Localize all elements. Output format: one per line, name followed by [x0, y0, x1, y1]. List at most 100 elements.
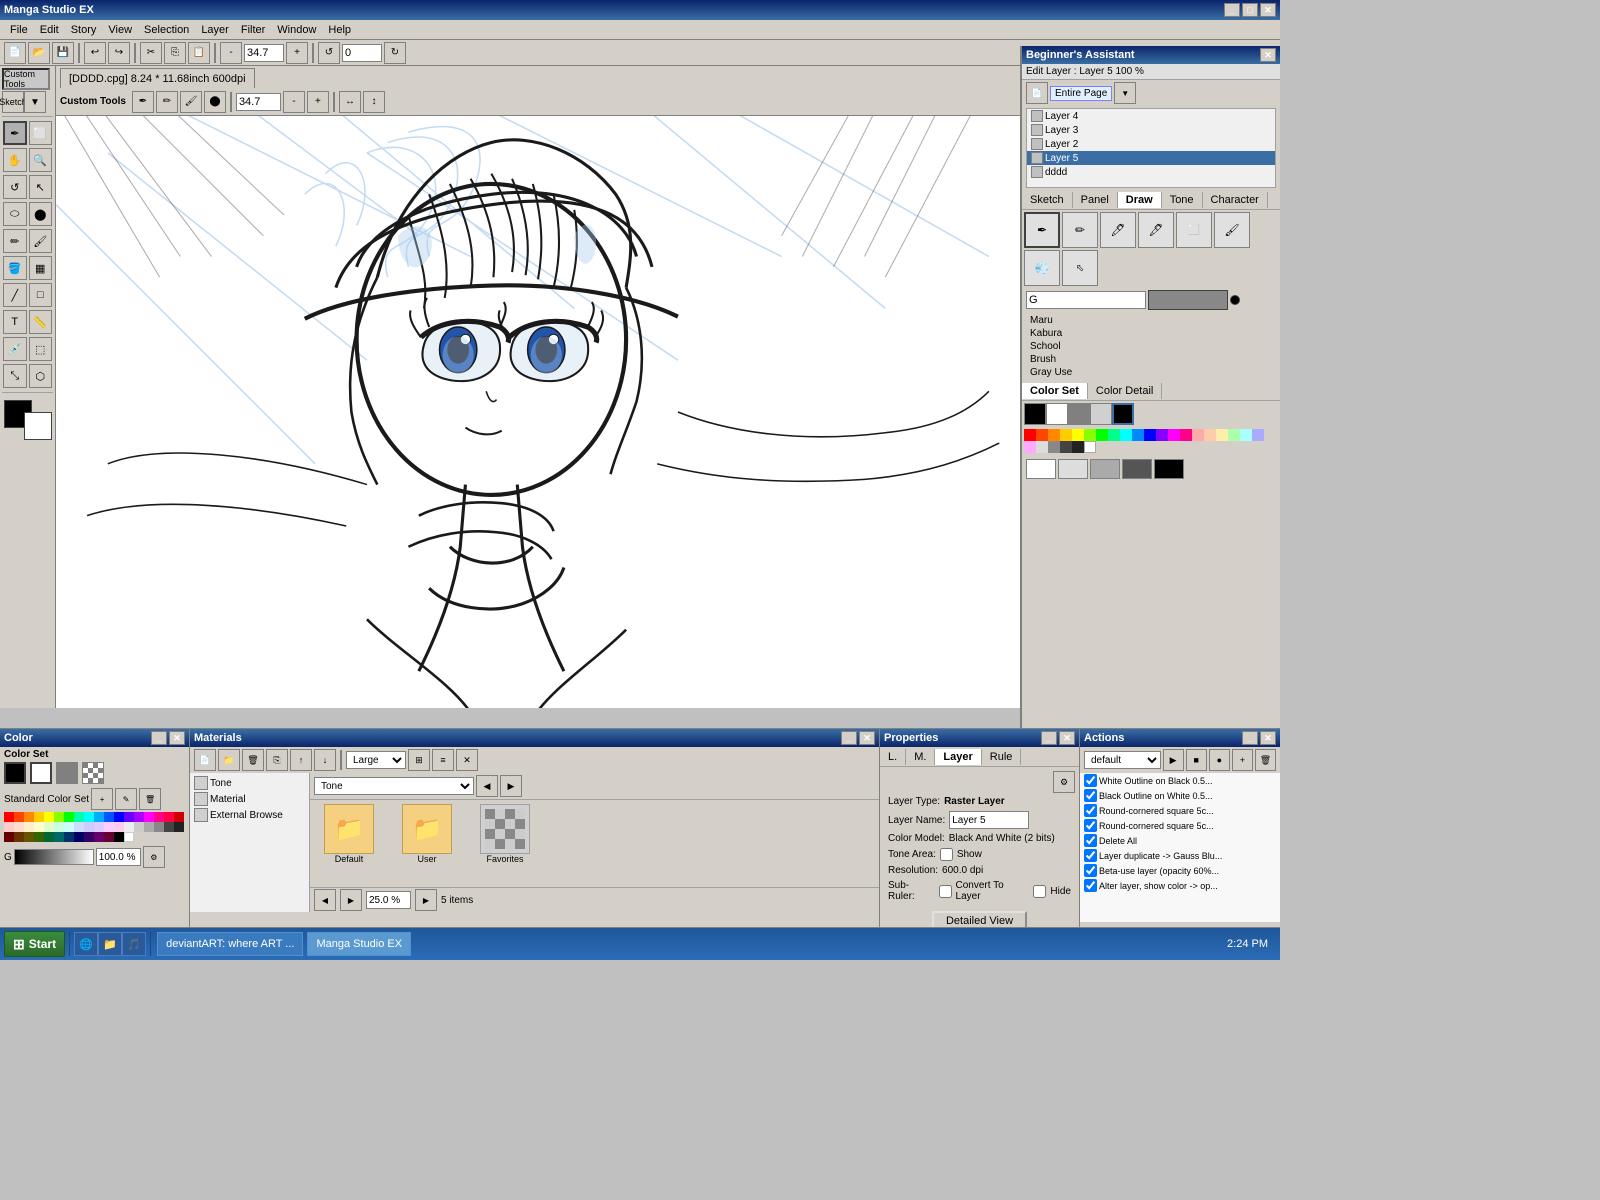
large-swatch-white[interactable]: [1026, 459, 1056, 479]
cg-sw1[interactable]: [4, 812, 14, 822]
tool-zoom[interactable]: 🔍: [29, 148, 53, 172]
mat-status-back[interactable]: ◀: [314, 889, 336, 911]
menu-window[interactable]: Window: [271, 22, 322, 38]
large-swatch-lightgray[interactable]: [1058, 459, 1088, 479]
tool-eyedrop[interactable]: 💉: [3, 337, 27, 361]
entire-page-dropdown[interactable]: ▼: [1114, 82, 1136, 104]
brush-kabura[interactable]: Kabura: [1026, 327, 1276, 340]
sw-lightred[interactable]: [1192, 429, 1204, 441]
cg-sw5[interactable]: [44, 812, 54, 822]
mat-dropdown[interactable]: Tone: [314, 777, 474, 795]
action-check-1[interactable]: [1084, 774, 1097, 787]
brush-airbrush[interactable]: 💨: [1024, 250, 1060, 286]
taskbar-deviantart[interactable]: deviantART: where ART ...: [157, 932, 303, 956]
beginner-eye-dddd[interactable]: [1031, 166, 1043, 178]
sw-medgray[interactable]: [1048, 441, 1060, 453]
brush-pen-g[interactable]: ✒: [1024, 212, 1060, 248]
tab-colordetail[interactable]: Color Detail: [1088, 383, 1162, 399]
cg-sw7[interactable]: [64, 812, 74, 822]
cg-sw34[interactable]: [154, 822, 164, 832]
g-slider[interactable]: [14, 849, 94, 865]
cg-sw46[interactable]: [94, 832, 104, 842]
mat-btn6[interactable]: ↓: [314, 749, 336, 771]
quick-launch-ie[interactable]: 🌐: [74, 932, 98, 956]
sw-pure-white[interactable]: [1084, 441, 1096, 453]
action-check-7[interactable]: [1084, 864, 1097, 877]
menu-selection[interactable]: Selection: [138, 22, 195, 38]
menu-help[interactable]: Help: [322, 22, 357, 38]
mat-zoom-up[interactable]: ▶: [415, 889, 437, 911]
cg-sw17[interactable]: [164, 812, 174, 822]
actions-minimize[interactable]: _: [1242, 731, 1258, 745]
brush-grayuse[interactable]: Gray Use: [1026, 366, 1276, 379]
cg-sw41[interactable]: [44, 832, 54, 842]
sw-lightblue[interactable]: [1252, 429, 1264, 441]
swatch-lightgray[interactable]: [1090, 403, 1112, 425]
tool-shape[interactable]: □: [29, 283, 53, 307]
swatch-black[interactable]: [1024, 403, 1046, 425]
swatch-white[interactable]: [1046, 403, 1068, 425]
toolbar-save[interactable]: 💾: [52, 42, 74, 64]
mat-item-user[interactable]: 📁 User: [392, 804, 462, 883]
document-tab[interactable]: [DDDD.cpg] 8.24 * 11.68inch 600dpi: [60, 68, 255, 88]
sw-nearblack[interactable]: [1072, 441, 1084, 453]
canvas-content[interactable]: [56, 116, 1020, 708]
brush-eraser[interactable]: ⬜: [1176, 212, 1212, 248]
color-set-add[interactable]: +: [91, 788, 113, 810]
beginner-eye5[interactable]: [1031, 152, 1043, 164]
cg-sw29[interactable]: [104, 822, 114, 832]
cg-sw40[interactable]: [34, 832, 44, 842]
sw-yellowgreen[interactable]: [1084, 429, 1096, 441]
action-check-3[interactable]: [1084, 804, 1097, 817]
action-play[interactable]: ▶: [1163, 749, 1184, 771]
entire-page-label[interactable]: Entire Page: [1050, 86, 1112, 101]
sw-yellow[interactable]: [1060, 429, 1072, 441]
canvas-flip-v[interactable]: ↕: [363, 91, 385, 113]
tool-lasso[interactable]: ⬭: [3, 202, 27, 226]
mat-close-x[interactable]: ✕: [456, 749, 478, 771]
cg-sw22[interactable]: [34, 822, 44, 832]
cg-sw33[interactable]: [144, 822, 154, 832]
tool-move[interactable]: ✋: [3, 148, 27, 172]
entire-page-icon[interactable]: 📄: [1026, 82, 1048, 104]
sketch-dropdown[interactable]: ▼: [24, 91, 46, 113]
cg-sw6[interactable]: [54, 812, 64, 822]
action-item-4[interactable]: Round-cornered square 5c...: [1080, 818, 1280, 833]
mat-view-list[interactable]: ≡: [432, 749, 454, 771]
start-button[interactable]: ⊞ Start: [4, 931, 65, 957]
large-swatch-darkgray[interactable]: [1122, 459, 1152, 479]
mat-nav-material[interactable]: Material: [192, 791, 307, 807]
fg-color-swatch[interactable]: [4, 762, 26, 784]
cg-sw20[interactable]: [14, 822, 24, 832]
sw-cyan[interactable]: [1120, 429, 1132, 441]
ctool-btn3[interactable]: 🖌: [180, 91, 202, 113]
tool-crop[interactable]: ⬚: [29, 337, 53, 361]
swatch-black2[interactable]: [1112, 403, 1134, 425]
cg-sw39[interactable]: [24, 832, 34, 842]
cg-sw16[interactable]: [154, 812, 164, 822]
mat-btn5[interactable]: ↑: [290, 749, 312, 771]
cg-sw12[interactable]: [114, 812, 124, 822]
tool-pen2[interactable]: ✏: [3, 229, 27, 253]
cg-sw48[interactable]: [114, 832, 124, 842]
prop-hide-checkbox[interactable]: [1033, 885, 1046, 898]
canvas-zoom-in[interactable]: +: [307, 91, 329, 113]
cg-sw26[interactable]: [74, 822, 84, 832]
bg-color-swatch[interactable]: [30, 762, 52, 784]
g-value-input[interactable]: [96, 848, 141, 866]
action-record[interactable]: ●: [1209, 749, 1230, 771]
sw-brightyellow[interactable]: [1072, 429, 1084, 441]
action-item-6[interactable]: Layer duplicate -> Gauss Blu...: [1080, 848, 1280, 863]
tool-pen[interactable]: ✒: [3, 121, 27, 145]
beginner-layer4[interactable]: Layer 4: [1027, 109, 1275, 123]
beginner-eye2[interactable]: [1031, 138, 1043, 150]
mat-item-favorites[interactable]: Favorites: [470, 804, 540, 883]
maximize-btn[interactable]: □: [1242, 3, 1258, 17]
sw-red[interactable]: [1024, 429, 1036, 441]
large-swatch-gray[interactable]: [1090, 459, 1120, 479]
beginner-eye4[interactable]: [1031, 110, 1043, 122]
cg-sw9[interactable]: [84, 812, 94, 822]
brush-brush[interactable]: Brush: [1026, 353, 1276, 366]
cg-sw8[interactable]: [74, 812, 84, 822]
prop-tab-layer[interactable]: Layer: [935, 749, 981, 765]
